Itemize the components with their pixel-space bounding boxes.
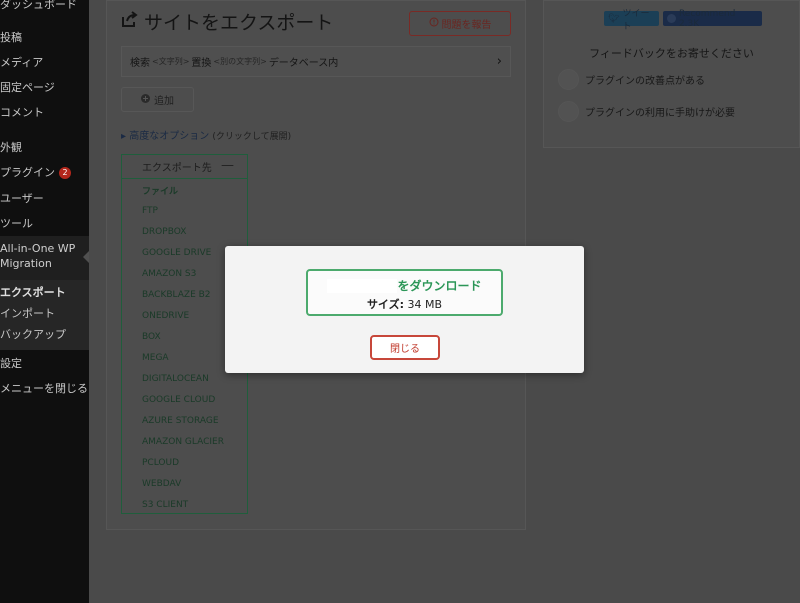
- feedback-option-improve[interactable]: プラグインの改善点がある: [558, 69, 705, 90]
- radio-button[interactable]: [558, 69, 579, 90]
- advanced-options-hint: (クリックして展開): [212, 132, 292, 142]
- export-option-google-cloud[interactable]: GOOGLE CLOUD: [142, 395, 215, 405]
- download-label: をダウンロード: [397, 279, 482, 293]
- sidebar-item-posts[interactable]: 投稿: [0, 29, 89, 45]
- advanced-options[interactable]: ▸ 高度なオプション (クリックして展開): [121, 127, 291, 142]
- replace-hint: <別の文字列>: [213, 57, 267, 66]
- feedback-option-label: プラグインの改善点がある: [585, 76, 705, 87]
- export-icon: [121, 10, 138, 33]
- export-option-pcloud[interactable]: PCLOUD: [142, 458, 179, 468]
- export-option-amazon-glacier[interactable]: AMAZON GLACIER: [142, 437, 224, 447]
- sidebar-item-label: All-in-One WP: [0, 242, 76, 255]
- export-option-dropbox[interactable]: DROPBOX: [142, 227, 186, 237]
- report-issue-button[interactable]: 問題を報告: [409, 11, 511, 36]
- search-label: 検索: [130, 58, 150, 69]
- export-option-file[interactable]: ファイル: [142, 184, 178, 197]
- sidebar-item-label: Migration: [0, 257, 52, 270]
- page-title: サイトをエクスポート: [121, 8, 333, 35]
- download-modal: をダウンロード サイズ: 34 MB 閉じる: [225, 246, 584, 373]
- chevron-right-icon: ›: [496, 54, 502, 69]
- export-option-mega[interactable]: MEGA: [142, 353, 169, 363]
- admin-sidebar: ダッシュボード 投稿 メディア 固定ページ コメント 外観 プラグイン 2 ユーザ…: [0, 0, 89, 603]
- plus-circle-icon: [141, 93, 150, 106]
- advanced-options-link[interactable]: 高度なオプション: [129, 131, 209, 142]
- sidebar-item-settings[interactable]: 設定: [0, 355, 89, 371]
- feedback-option-help[interactable]: プラグインの利用に手助けが必要: [558, 101, 735, 122]
- close-button[interactable]: 閉じる: [370, 335, 440, 360]
- size-label: サイズ:: [366, 298, 405, 311]
- sidebar-item-pages[interactable]: 固定ページ: [0, 79, 89, 95]
- export-option-amazon-s3[interactable]: AMAZON S3: [142, 269, 196, 279]
- add-button[interactable]: 追加: [121, 87, 194, 112]
- facebook-recommend-button[interactable]: Recommend 2.3K: [663, 8, 762, 29]
- sidebar-item-tools[interactable]: ツール: [0, 215, 89, 231]
- sidebar-item-comments[interactable]: コメント: [0, 104, 89, 120]
- download-link[interactable]: をダウンロード サイズ: 34 MB: [306, 269, 503, 316]
- export-option-azure-storage[interactable]: AZURE STORAGE: [142, 416, 219, 426]
- find-replace-row[interactable]: 検索 <文字列> 置換 <別の文字列> データベース内 ›: [121, 46, 511, 77]
- sidebar-item-label: プラグイン: [0, 166, 55, 179]
- export-to-header-label: エクスポート先: [142, 163, 212, 174]
- update-count-badge: 2: [59, 167, 71, 179]
- export-option-onedrive[interactable]: ONEDRIVE: [142, 311, 189, 321]
- export-option-ftp[interactable]: FTP: [142, 206, 158, 216]
- add-button-label: 追加: [154, 96, 174, 107]
- export-option-digitalocean[interactable]: DIGITALOCEAN: [142, 374, 209, 384]
- facebook-icon: [667, 14, 676, 23]
- sidebar-subitem-import[interactable]: インポート: [0, 305, 89, 321]
- sidebar-item-plugins[interactable]: プラグイン 2: [0, 164, 89, 180]
- search-hint: <文字列>: [152, 57, 190, 66]
- tweet-button[interactable]: 🐦︎ ツイート: [604, 9, 659, 32]
- feedback-option-label: プラグインの利用に手助けが必要: [585, 108, 735, 119]
- alert-circle-icon: [429, 17, 439, 30]
- export-option-webdav[interactable]: WEBDAV: [142, 479, 181, 489]
- page-title-text: サイトをエクスポート: [144, 12, 334, 34]
- export-option-backblaze-b2[interactable]: BACKBLAZE B2: [142, 290, 211, 300]
- export-option-google-drive[interactable]: GOOGLE DRIVE: [142, 248, 211, 258]
- facebook-recommend-label: Recommend 2.3K: [678, 8, 736, 29]
- sidebar-subitem-export[interactable]: エクスポート: [0, 284, 89, 300]
- export-to-header[interactable]: エクスポート先 —: [122, 155, 247, 179]
- sidebar-collapse-menu[interactable]: メニューを閉じる: [0, 380, 89, 396]
- caret-right-icon: ▸: [121, 131, 130, 142]
- size-value: 34 MB: [407, 298, 443, 311]
- twitter-icon: 🐦︎: [608, 13, 620, 24]
- sidebar-subitem-backups[interactable]: バックアップ: [0, 326, 89, 342]
- sidebar-item-ai1wm[interactable]: All-in-One WP Migration: [0, 236, 89, 280]
- sidebar-item-users[interactable]: ユーザー: [0, 190, 89, 206]
- redacted-filename: [327, 278, 398, 293]
- export-option-box[interactable]: BOX: [142, 332, 161, 342]
- sidebar-item-media[interactable]: メディア: [0, 54, 89, 70]
- minus-icon: —: [221, 158, 234, 173]
- sidebar-item-dashboard[interactable]: ダッシュボード: [0, 0, 89, 12]
- report-button-label: 問題を報告: [441, 20, 492, 31]
- tweet-label: ツイート: [622, 8, 650, 32]
- replace-label: 置換: [191, 58, 212, 69]
- export-option-s3-client[interactable]: S3 CLIENT: [142, 500, 188, 510]
- radio-button[interactable]: [558, 101, 579, 122]
- find-replace-suffix: データベース内: [268, 58, 339, 69]
- feedback-title: フィードバックをお寄せください: [589, 47, 754, 60]
- sidebar-item-appearance[interactable]: 外観: [0, 139, 89, 155]
